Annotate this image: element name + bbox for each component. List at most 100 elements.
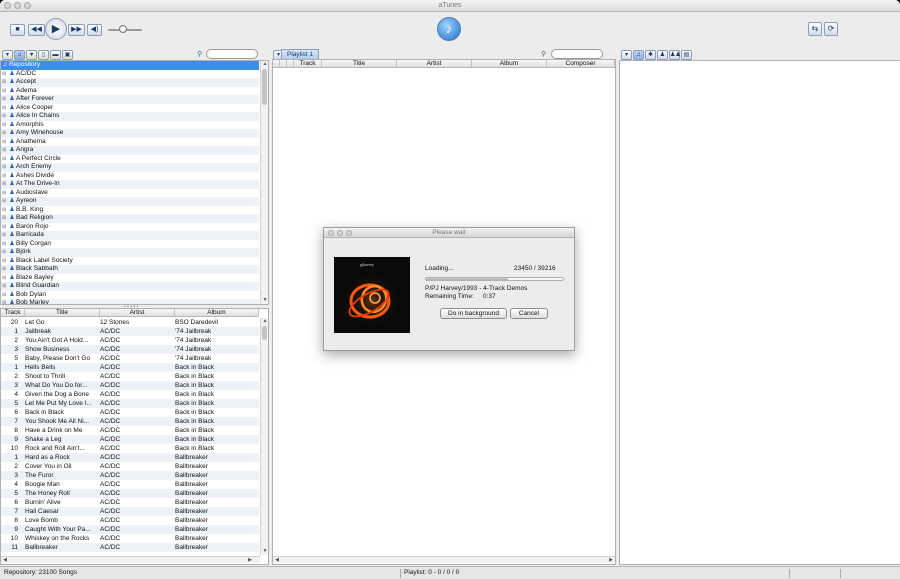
column-header-track[interactable]: Track — [1, 309, 25, 316]
column-header-composer[interactable]: Composer — [547, 60, 615, 67]
playlist-search-input[interactable] — [551, 49, 603, 59]
table-row[interactable]: 2 You Ain't Got A Hold... AC/DC '74 Jailbre… — [1, 336, 259, 345]
column-header-title[interactable]: Title — [322, 60, 397, 67]
tree-item-artist[interactable]: ⊞ ♟ Barricada — [1, 231, 259, 240]
mute-button[interactable]: ◀) — [87, 24, 102, 36]
scroll-right-icon[interactable]: ▶ — [246, 557, 254, 564]
lyrics-tab[interactable]: ▤ — [681, 50, 692, 60]
playlist-horizontal-scrollbar[interactable]: ◀ ▶ — [273, 556, 615, 563]
repeat-button[interactable]: ⇆ — [808, 22, 822, 36]
radio-view-button[interactable]: ▣ — [62, 50, 73, 60]
cancel-button[interactable]: Cancel — [510, 308, 548, 319]
scroll-thumb[interactable] — [262, 326, 267, 340]
table-row[interactable]: 1 Hard as a Rock AC/DC Ballbreaker — [1, 453, 259, 462]
settings-tab[interactable]: ✱ — [645, 50, 656, 60]
table-row[interactable]: 8 Love Bomb AC/DC Ballbreaker — [1, 516, 259, 525]
tree-item-artist[interactable]: ⊞ ♟ After Forever — [1, 95, 259, 104]
folder-view-button[interactable]: ▬ — [50, 50, 61, 60]
stop-button[interactable]: ■ — [10, 24, 25, 36]
tree-item-artist[interactable]: ⊞ ♟ Anathema — [1, 138, 259, 147]
table-row[interactable]: 10 Rock and Roll Ain't... AC/DC Back in Bla… — [1, 444, 259, 453]
table-row[interactable]: 2 Shoot to Thrill AC/DC Back in Black — [1, 372, 259, 381]
table-row[interactable]: 6 Burnin' Alive AC/DC Ballbreaker — [1, 498, 259, 507]
table-row[interactable]: 3 The Furor AC/DC Ballbreaker — [1, 471, 259, 480]
tree-item-artist[interactable]: ⊞ ♟ Alice Cooper — [1, 104, 259, 113]
table-row[interactable]: 4 Given the Dog a Bone AC/DC Back in Black — [1, 390, 259, 399]
previous-button[interactable]: ◀◀ — [28, 24, 45, 36]
table-row[interactable]: 4 Boogie Man AC/DC Ballbreaker — [1, 480, 259, 489]
tree-item-artist[interactable]: ⊞ ♟ Alice In Chains — [1, 112, 259, 121]
tree-item-artist[interactable]: ⊞ ♟ AC/DC — [1, 70, 259, 79]
tree-item-artist[interactable]: ⊞ ♟ Björk — [1, 248, 259, 257]
tree-item-artist[interactable]: ⊞ ♟ B.B. King — [1, 206, 259, 215]
table-row[interactable]: 3 Show Business AC/DC '74 Jailbreak — [1, 345, 259, 354]
tree-item-artist[interactable]: ⊞ ♟ Arch Enemy — [1, 163, 259, 172]
tree-item-artist[interactable]: ⊞ ♟ Amorphis — [1, 121, 259, 130]
tree-root-repository[interactable]: ♫ Repository — [1, 61, 259, 70]
next-button[interactable]: ▶▶ — [68, 24, 85, 36]
dialog-zoom-button[interactable] — [346, 230, 352, 236]
tree-item-artist[interactable]: ⊞ ♟ Black Label Society — [1, 257, 259, 266]
column-header-artist[interactable]: Artist — [397, 60, 472, 67]
tree-item-artist[interactable]: ⊞ ♟ At The Drive-In — [1, 180, 259, 189]
tree-item-artist[interactable]: ⊞ ♟ Amy Winehouse — [1, 129, 259, 138]
navigator-search-input[interactable] — [206, 49, 258, 59]
table-row[interactable]: 7 Hail Caesar AC/DC Ballbreaker — [1, 507, 259, 516]
table-row[interactable]: 5 Let Me Put My Love I... AC/DC Back in Bla… — [1, 399, 259, 408]
songs-scrollbar[interactable]: ▲ ▼ — [260, 318, 268, 555]
column-header-artist[interactable]: Artist — [100, 309, 175, 316]
table-row[interactable]: 9 Shake a Leg AC/DC Back in Black — [1, 435, 259, 444]
table-row[interactable]: 1 Hells Bells AC/DC Back in Black — [1, 363, 259, 372]
column-header-favorite[interactable] — [280, 60, 287, 67]
tree-item-artist[interactable]: ⊞ ♟ Bob Dylan — [1, 291, 259, 300]
minimize-window-button[interactable] — [14, 2, 21, 9]
dialog-close-button[interactable] — [328, 230, 334, 236]
similar-artists-tab[interactable]: ♟♟ — [669, 50, 681, 60]
column-header-album[interactable]: Album — [472, 60, 547, 67]
fullscreen-button[interactable]: ⟳ — [824, 22, 838, 36]
column-header-album[interactable]: Album — [175, 309, 259, 316]
repository-view-button[interactable]: ♫ — [14, 50, 25, 60]
artist-info-tab[interactable]: ♟ — [657, 50, 668, 60]
scroll-up-icon[interactable]: ▲ — [261, 61, 269, 68]
table-row[interactable]: 2 Cover You in Oil AC/DC Ballbreaker — [1, 462, 259, 471]
tree-item-artist[interactable]: ⊞ ♟ Black Sabbath — [1, 265, 259, 274]
tree-item-artist[interactable]: ⊞ ♟ Accept — [1, 78, 259, 87]
close-window-button[interactable] — [4, 2, 11, 9]
scroll-down-icon[interactable]: ▼ — [261, 297, 269, 304]
context-menu-button[interactable]: ▾ — [621, 50, 632, 60]
tree-item-artist[interactable]: ⊞ ♟ A Perfect Circle — [1, 155, 259, 164]
table-row[interactable]: 11 Ballbreaker AC/DC Ballbreaker — [1, 543, 259, 552]
table-row[interactable]: 6 Back in Black AC/DC Back in Black — [1, 408, 259, 417]
table-row[interactable]: 1 Jailbreak AC/DC '74 Jailbreak — [1, 327, 259, 336]
songs-horizontal-scrollbar[interactable]: ◀ ▶ — [1, 556, 260, 563]
play-button[interactable]: ▶ — [45, 18, 67, 40]
table-row[interactable]: 7 You Shook Me All Ni... AC/DC Back in Blac… — [1, 417, 259, 426]
table-row[interactable]: 5 Baby, Please Don't Go AC/DC '74 Jailbreak — [1, 354, 259, 363]
favorites-view-button[interactable]: ♥ — [26, 50, 37, 60]
column-header-type[interactable] — [287, 60, 294, 67]
tree-item-artist[interactable]: ⊞ ♟ Bad Religion — [1, 214, 259, 223]
collapse-button[interactable]: ▾ — [2, 50, 13, 60]
device-view-button[interactable]: ▯ — [38, 50, 49, 60]
column-header-track[interactable]: Track — [294, 60, 322, 67]
dialog-minimize-button[interactable] — [337, 230, 343, 236]
scroll-down-icon[interactable]: ▼ — [261, 548, 269, 555]
tree-item-artist[interactable]: ⊞ ♟ Adema — [1, 87, 259, 96]
navigator-scrollbar[interactable]: ▲ ▼ — [260, 61, 268, 304]
scroll-right-icon[interactable]: ▶ — [607, 557, 615, 564]
tree-item-artist[interactable]: ⊞ ♟ Barón Rojo — [1, 223, 259, 232]
table-row[interactable]: 9 Caught With Your Pa... AC/DC Ballbreaker — [1, 525, 259, 534]
do-in-background-button[interactable]: Do in background — [440, 308, 507, 319]
table-row[interactable]: 3 What Do You Do for... AC/DC Back in Black — [1, 381, 259, 390]
tree-item-artist[interactable]: ⊞ ♟ Ashes Divide — [1, 172, 259, 181]
tree-item-artist[interactable]: ⊞ ♟ Audioslave — [1, 189, 259, 198]
tree-item-artist[interactable]: ⊞ ♟ Angra — [1, 146, 259, 155]
tree-item-artist[interactable]: ⊞ ♟ Ayreon — [1, 197, 259, 206]
table-row[interactable]: 8 Have a Drink on Me AC/DC Back in Black — [1, 426, 259, 435]
scroll-left-icon[interactable]: ◀ — [273, 557, 281, 564]
tree-item-artist[interactable]: ⊞ ♟ Billy Corgan — [1, 240, 259, 249]
table-row[interactable]: 20 Let Go 12 Stones BSO Daredevil — [1, 318, 259, 327]
table-row[interactable]: 10 Whiskey on the Rocks AC/DC Ballbreaker — [1, 534, 259, 543]
tree-item-artist[interactable]: ⊞ ♟ Blind Guardian — [1, 282, 259, 291]
